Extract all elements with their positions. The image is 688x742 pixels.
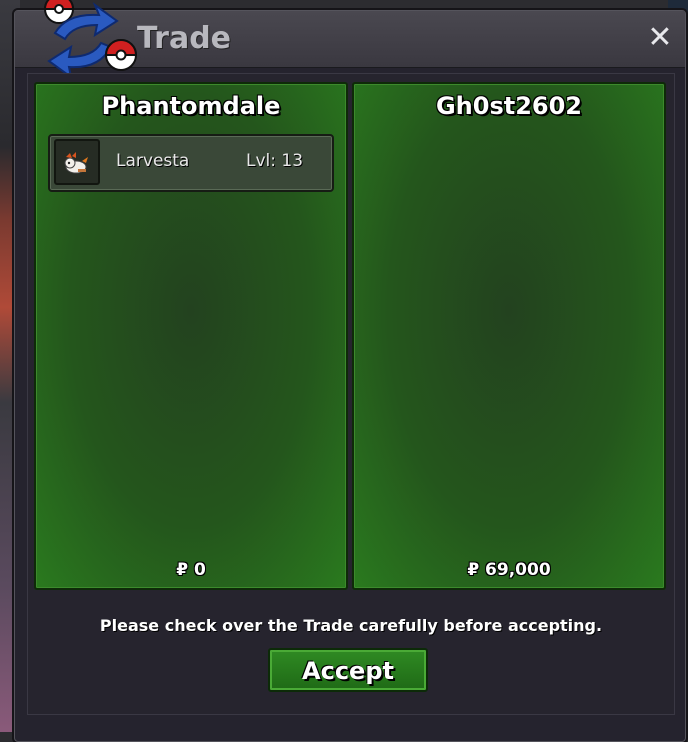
player-name: Phantomdale [101, 92, 281, 120]
money-offer: ₽ 0 [176, 560, 206, 580]
trade-window: Trade ✕ Phantomdale Larvesta Lvl: 13 ₽ 0… [14, 0, 686, 742]
larvesta-icon [54, 139, 100, 185]
close-icon[interactable]: ✕ [643, 21, 677, 55]
money-offer: ₽ 69,000 [467, 560, 551, 580]
player-offer-panel-left: Phantomdale Larvesta Lvl: 13 ₽ 0 [34, 82, 348, 590]
pokemon-sprite [64, 152, 88, 174]
player-name: Gh0st2602 [435, 92, 583, 120]
offered-pokemon-slot[interactable]: Larvesta Lvl: 13 [48, 134, 334, 192]
pokemon-level: Lvl: 13 [246, 151, 304, 171]
accept-button[interactable]: Accept [268, 648, 428, 692]
pokemon-name: Larvesta [116, 151, 190, 171]
trade-warning-text: Please check over the Trade carefully be… [99, 616, 603, 635]
window-title: Trade [137, 21, 232, 56]
trade-content: Phantomdale Larvesta Lvl: 13 ₽ 0 Gh0st26… [27, 73, 675, 715]
player-offer-panel-right: Gh0st2602 ₽ 69,000 [352, 82, 666, 590]
